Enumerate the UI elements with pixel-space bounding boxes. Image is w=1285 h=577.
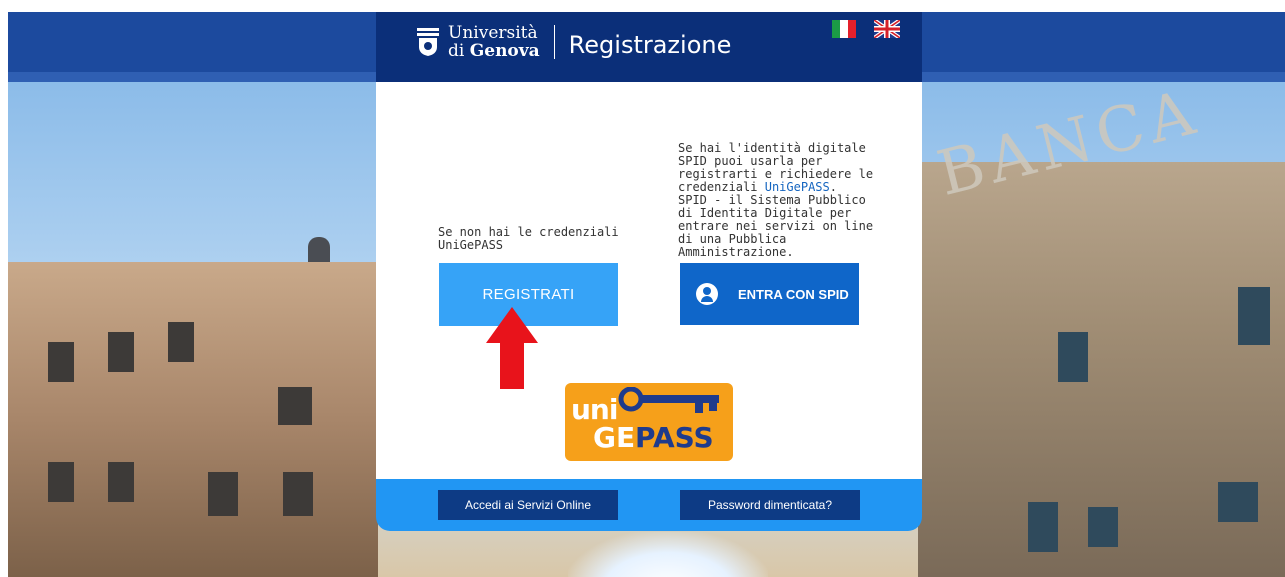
- unigepass-logo: uni GE PASS: [565, 383, 733, 461]
- user-icon: [696, 283, 718, 305]
- card-header: Università di Genova Registrazione: [376, 12, 922, 82]
- fountain-spray: [568, 532, 768, 577]
- card-footer: Accedi ai Servizi Online Password diment…: [376, 479, 922, 531]
- university-logo[interactable]: Università di Genova Registrazione: [416, 24, 731, 60]
- spid-login-button[interactable]: ENTRA CON SPID: [680, 263, 859, 325]
- university-crest-icon: [416, 27, 440, 57]
- logo-line-2-bold: Genova: [469, 41, 540, 61]
- online-services-button[interactable]: Accedi ai Servizi Online: [438, 490, 618, 520]
- uk-flag-icon[interactable]: [872, 18, 902, 40]
- brand-ge: GE: [593, 421, 636, 454]
- red-arrow-icon: [486, 307, 538, 389]
- left-building: [8, 262, 378, 577]
- no-credentials-text: Se non hai le credenziali UniGePASS: [438, 225, 619, 252]
- key-icon: [615, 386, 725, 417]
- spid-button-label: ENTRA CON SPID: [738, 286, 849, 302]
- registration-panel: Se non hai le credenziali UniGePASS Se h…: [376, 82, 922, 479]
- italian-flag-icon[interactable]: [832, 20, 856, 38]
- logo-line-1: Università: [448, 23, 538, 43]
- spid-info-text: Se hai l'identità digitale SPID puoi usa…: [678, 141, 874, 259]
- page-title: Registrazione: [568, 31, 732, 59]
- logo-divider: [553, 25, 555, 59]
- right-building: [918, 162, 1285, 577]
- logo-line-2-prefix: di: [448, 41, 470, 61]
- forgot-password-button[interactable]: Password dimenticata?: [680, 490, 860, 520]
- brand-pass: PASS: [635, 421, 714, 454]
- unigepass-link[interactable]: UniGePASS: [765, 180, 830, 194]
